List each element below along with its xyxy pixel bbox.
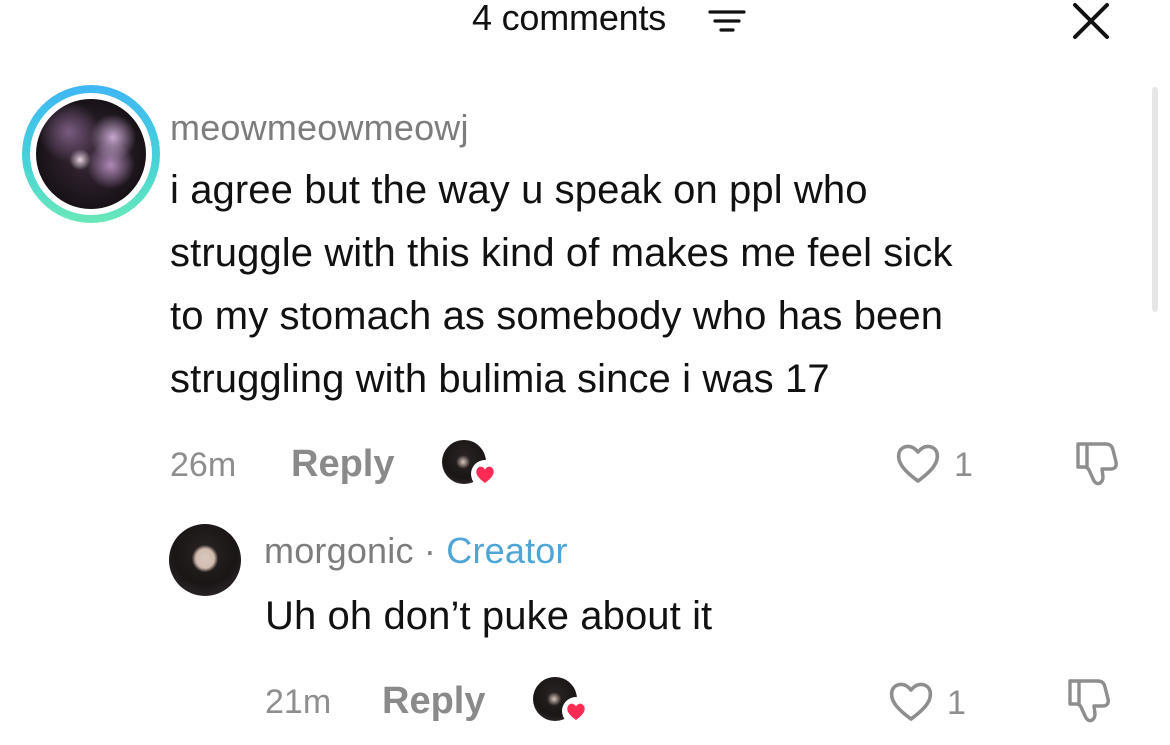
heart-outline-icon[interactable] bbox=[886, 678, 936, 724]
comment-text-line: to my stomach as somebody who has been bbox=[170, 294, 944, 338]
comment-text: i agree but the way u speak on ppl who s… bbox=[170, 159, 1130, 411]
reply-timestamp: 21m bbox=[265, 683, 332, 721]
avatar[interactable] bbox=[36, 99, 146, 209]
comment-text-line: struggle with this kind of makes me feel… bbox=[170, 231, 953, 275]
thumbs-down-icon[interactable] bbox=[1062, 673, 1116, 727]
reply-button[interactable]: Reply bbox=[291, 443, 394, 486]
separator-dot: · bbox=[423, 530, 437, 571]
reply-text: Uh oh don’t puke about it bbox=[265, 594, 713, 638]
avatar[interactable] bbox=[169, 524, 241, 596]
like-count: 1 bbox=[954, 446, 973, 484]
comment-timestamp: 26m bbox=[170, 446, 237, 484]
filter-icon[interactable] bbox=[707, 4, 747, 36]
close-icon[interactable] bbox=[1070, 0, 1112, 42]
reply-username[interactable]: morgonic bbox=[264, 530, 414, 571]
heart-outline-icon[interactable] bbox=[893, 440, 943, 486]
comments-count-title: 4 comments bbox=[472, 0, 667, 38]
scrollbar[interactable] bbox=[1152, 87, 1158, 312]
reply-button[interactable]: Reply bbox=[382, 680, 485, 723]
reply-username-row: morgonic · Creator bbox=[264, 530, 568, 572]
comment-username[interactable]: meowmeowmeowj bbox=[170, 107, 469, 149]
comment-text-line: i agree but the way u speak on ppl who bbox=[170, 168, 868, 212]
heart-icon bbox=[471, 460, 499, 488]
thumbs-down-icon[interactable] bbox=[1070, 436, 1124, 490]
comment-text-line: struggling with bulimia since i was 17 bbox=[170, 357, 830, 401]
heart-icon bbox=[562, 697, 590, 725]
comments-header: 4 comments bbox=[0, 0, 1170, 60]
like-count: 1 bbox=[947, 684, 966, 722]
creator-badge: Creator bbox=[446, 530, 568, 571]
